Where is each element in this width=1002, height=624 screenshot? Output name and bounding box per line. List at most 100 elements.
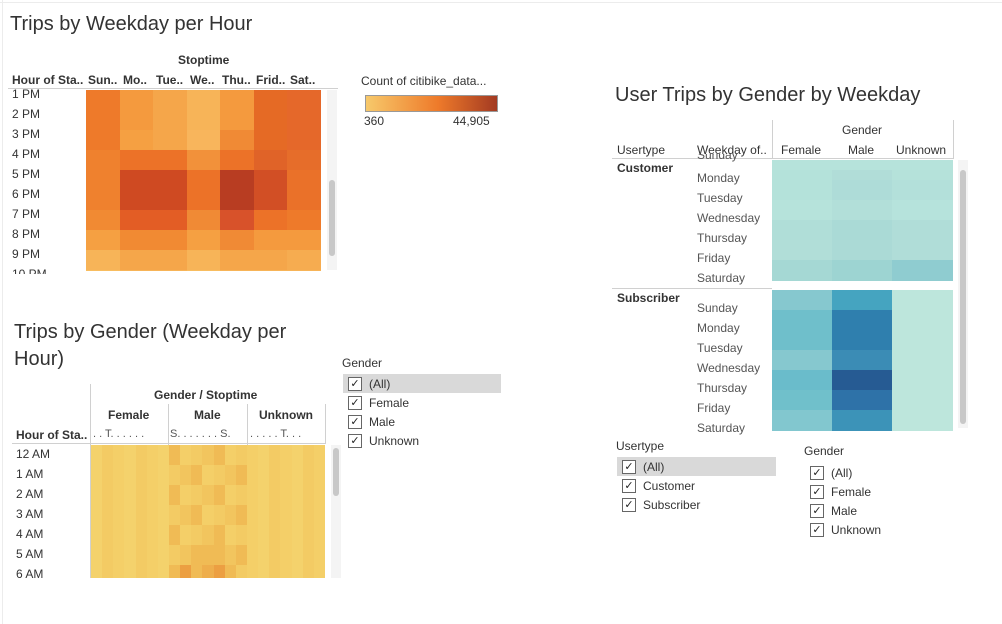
chart2-heat-cell [191,485,203,506]
chart2-heat-cell [135,505,148,526]
chart2-heat-cell [91,545,103,566]
chart3-scrollbar[interactable] [960,170,966,424]
chart3-heat-cell [892,350,953,371]
chart1-heat-cell [86,130,121,151]
usertype_filter-option-label[interactable]: (All) [643,460,664,474]
chart1-heat-cell [253,90,288,111]
gender_filter_2-checkbox[interactable]: ✓ [810,504,824,518]
gender_filter_2-option-label[interactable]: Female [831,485,871,499]
chart1-title: Trips by Weekday per Hour [10,13,253,35]
chart2-heat-cell [157,465,170,486]
chart1-heat-cell [186,210,221,231]
chart2-heat-cell [157,525,170,546]
chart3-gender-right [953,120,954,158]
chart1-heat-cell [186,250,221,271]
gender_filter_2-option-label[interactable]: Unknown [831,523,881,537]
legend-title: Count of citibike_data... [361,74,487,88]
chart1-heat-cell [220,170,255,191]
chart2-heat-cell [247,565,259,578]
chart2-heat-cell [224,445,237,466]
gender_filter_1-checkbox[interactable]: ✓ [348,377,362,391]
gender_filter_1-option-label[interactable]: Male [369,415,395,429]
chart2-heat-cell [224,465,237,486]
chart1-heat-cell [153,250,188,271]
chart3-heat-cell [772,200,832,221]
chart1-row-label: 7 PM [12,207,41,221]
chart2-heat-cell [113,545,125,566]
chart1-heat-cell [287,270,321,271]
chart1-heat-cell [86,250,121,271]
chart2-heat-cell [313,465,325,486]
chart1-heat-cell [287,170,321,191]
chart2-heat-cell [102,445,114,466]
chart2-heat-cell [258,465,270,486]
chart2-heat-cell [202,445,215,466]
chart3-heat-cell [772,390,832,411]
chart2-heat-cell [135,445,148,466]
gender_filter_1-option-label[interactable]: (All) [369,377,390,391]
chart1-heat-cell [220,110,255,131]
gender_filter_2-checkbox[interactable]: ✓ [810,523,824,537]
chart1-heat-cell [253,150,288,171]
chart2-heat-cell [258,485,270,506]
chart1-col-header: We.. [190,73,215,87]
chart2-heat-cell [91,565,103,578]
gender_filter_1-checkbox[interactable]: ✓ [348,434,362,448]
chart3-weekday-label: Saturday [697,271,746,285]
chart2-heat-cell [235,565,248,578]
chart2-heat-cell [146,485,159,506]
chart1-heat-cell [287,150,321,171]
chart3-heat-cell [892,310,953,331]
chart2-scrollbar[interactable] [333,448,339,496]
usertype_filter-option-label[interactable]: Customer [643,479,695,493]
chart1-heatmap [86,90,321,271]
gender_filter_2-checkbox[interactable]: ✓ [810,485,824,499]
gender_filter_1-option-label[interactable]: Unknown [369,434,419,448]
usertype_filter-checkbox[interactable]: ✓ [622,460,636,474]
chart2-heat-cell [269,545,281,566]
usertype_filter-option-label[interactable]: Subscriber [643,498,700,512]
chart1-row-label: 8 PM [12,227,41,241]
chart3-col-usertype: Usertype [617,143,666,157]
chart2-heat-cell [91,445,103,466]
chart3-header-male: Male [848,143,875,157]
chart2-heat-cell [191,445,203,466]
usertype_filter-checkbox[interactable]: ✓ [622,498,636,512]
chart2-heat-cell [213,545,226,566]
chart2-heat-cell [202,505,215,526]
chart1-heat-cell [287,210,321,231]
chart1-col-header: Sat.. [290,73,316,87]
chart3-heat-cell [892,330,953,351]
chart3-heat-cell [832,350,892,371]
chart2-heat-cell [247,445,259,466]
chart3-heat-cell [772,240,832,261]
chart3-weekday-label: Wednesday [697,361,761,375]
chart2-heat-cell [224,485,237,506]
chart2-heat-cell [169,545,181,566]
chart2-heat-cell [213,525,226,546]
chart2-heat-cell [213,445,226,466]
chart2-heat-cell [213,465,226,486]
usertype_filter-checkbox[interactable]: ✓ [622,479,636,493]
chart1-row-label: 4 PM [12,147,41,161]
gender_filter_1-option-label[interactable]: Female [369,396,409,410]
chart2-heat-cell [91,465,103,486]
chart3-weekday-label: Tuesday [697,341,743,355]
chart2-heat-cell [135,525,148,546]
gender_filter_2-option-label[interactable]: Male [831,504,857,518]
chart2-heat-cell [169,505,181,526]
chart2-heat-cell [169,525,181,546]
chart3-heat-cell [832,330,892,351]
dashboard-left-border [2,0,3,624]
chart3-heat-cell [832,310,892,331]
chart1-scrollbar[interactable] [329,180,335,256]
gender_filter_1-checkbox[interactable]: ✓ [348,396,362,410]
gender_filter_2-option-label[interactable]: (All) [831,466,852,480]
chart1-heat-cell [253,110,288,131]
gender_filter_2-checkbox[interactable]: ✓ [810,466,824,480]
gender_filter_1-checkbox[interactable]: ✓ [348,415,362,429]
chart2-heat-cell [313,445,325,466]
chart1-col-header: Mo.. [123,73,147,87]
chart2-heat-cell [180,505,192,526]
chart2-heat-cell [213,505,226,526]
